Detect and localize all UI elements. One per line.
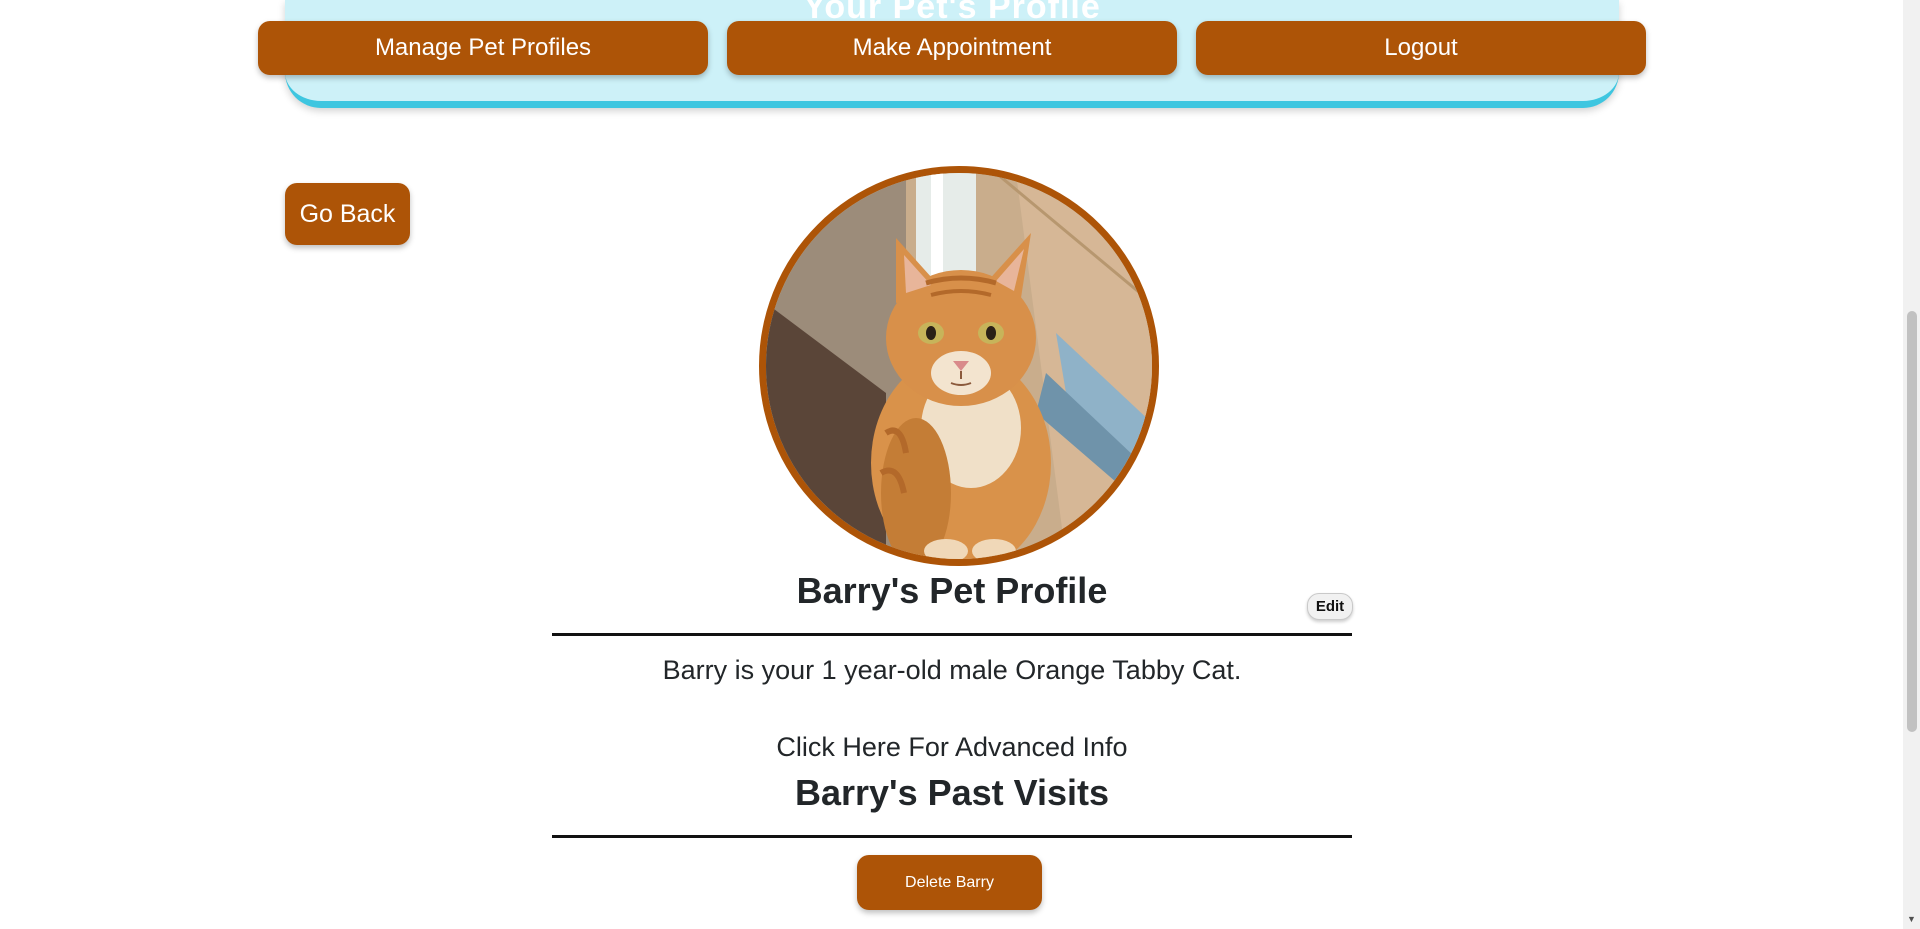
scrollbar-thumb[interactable] <box>1907 311 1917 732</box>
logout-button[interactable]: Logout <box>1196 21 1646 75</box>
edit-button[interactable]: Edit <box>1307 593 1353 620</box>
advanced-info-link[interactable]: Click Here For Advanced Info <box>552 732 1352 763</box>
delete-pet-button[interactable]: Delete Barry <box>857 855 1042 910</box>
divider <box>552 835 1352 838</box>
make-appointment-button[interactable]: Make Appointment <box>727 21 1177 75</box>
manage-pet-profiles-button[interactable]: Manage Pet Profiles <box>258 21 708 75</box>
past-visits-title: Barry's Past Visits <box>794 772 1110 813</box>
go-back-button[interactable]: Go Back <box>285 183 410 245</box>
divider <box>552 633 1352 636</box>
pet-description: Barry is your 1 year-old male Orange Tab… <box>662 655 1242 685</box>
pet-profile-title: Barry's Pet Profile <box>796 570 1108 611</box>
pet-photo <box>759 166 1159 566</box>
page: Your Pet's Profile Manage Pet Profiles M… <box>0 0 1920 929</box>
scroll-down-icon[interactable]: ▼ <box>1906 914 1917 924</box>
